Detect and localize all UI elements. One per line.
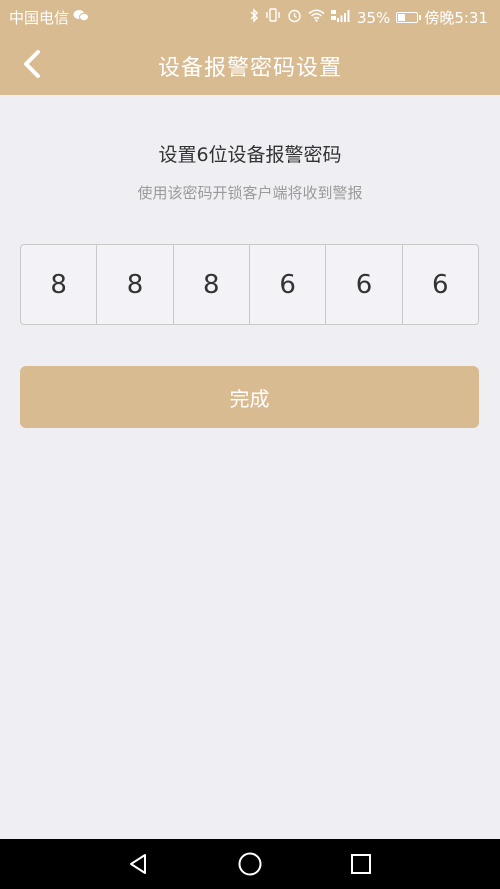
wifi-icon [308,9,325,27]
vibrate-icon [265,8,281,27]
system-home-button[interactable] [236,850,264,878]
home-circle-icon [238,852,262,876]
bluetooth-icon [249,7,259,28]
alarm-icon [287,8,302,28]
clock-time: 傍晚5:31 [424,9,488,27]
signal-icon [330,9,351,27]
code-digit-1[interactable]: 8 [21,245,98,324]
status-bar: 中国电信 35% 傍晚5:31 [0,0,500,34]
system-navigation-bar [0,839,500,889]
system-back-button[interactable] [125,850,153,878]
system-recents-button[interactable] [347,850,375,878]
code-digit-2[interactable]: 8 [97,245,174,324]
code-digit-3[interactable]: 8 [174,245,250,324]
password-code-input[interactable]: 8 8 8 6 6 6 [20,244,479,325]
instruction-subheading: 使用该密码开锁客户端将收到警报 [137,184,363,202]
page-title: 设备报警密码设置 [157,56,342,81]
recents-square-icon [351,854,371,874]
battery-percent: 35% [356,8,391,27]
carrier-label: 中国电信 [9,9,70,27]
instruction-heading: 设置6位设备报警密码 [158,144,342,166]
done-button[interactable]: 完成 [20,366,479,428]
battery-icon [396,12,422,23]
battery-fill [398,14,406,21]
nav-bar: 设备报警密码设置 [0,34,500,95]
code-digit-5[interactable]: 6 [326,245,403,324]
code-digit-6[interactable]: 6 [403,245,478,324]
back-triangle-icon [130,854,146,874]
wechat-icon [73,9,90,27]
status-right: 35% 傍晚5:31 [249,7,488,28]
top-bar: 中国电信 35% 傍晚5:31 设备报警密码设置 [0,0,500,95]
code-digit-4[interactable]: 6 [250,245,327,324]
status-left: 中国电信 [9,7,90,28]
